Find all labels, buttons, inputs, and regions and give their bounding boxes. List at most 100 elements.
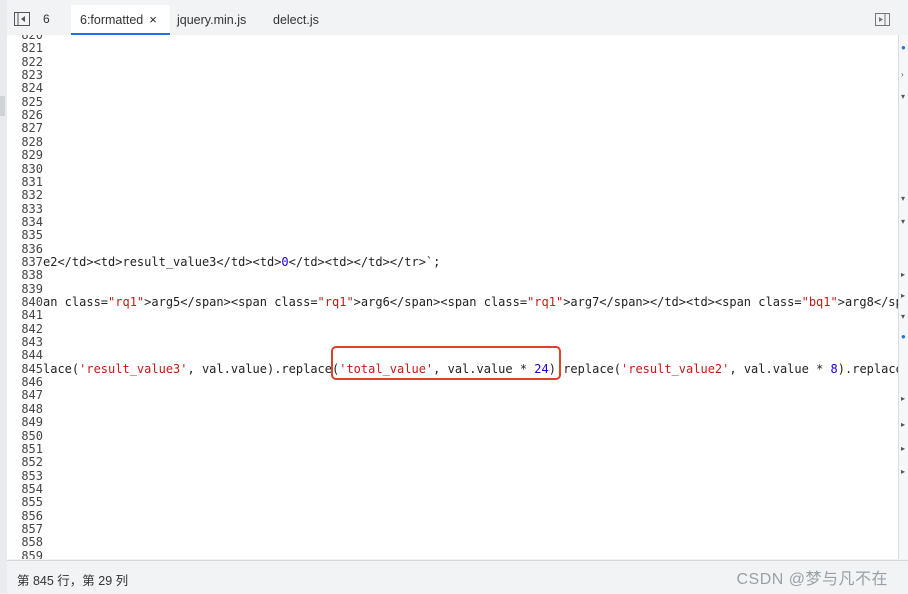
line-number[interactable]: 852 <box>7 455 43 469</box>
line-number[interactable]: 842 <box>7 322 43 336</box>
code-line[interactable]: 835 <box>7 228 898 242</box>
code-line[interactable]: 837 e2</td><td>result_value3</td><td>0</t… <box>7 255 898 269</box>
line-number[interactable]: 840 <box>7 295 43 309</box>
line-number[interactable]: 828 <box>7 135 43 149</box>
line-number[interactable]: 838 <box>7 268 43 282</box>
status-bar: 第 845 行，第 29 列 CSDN @梦与凡不在 <box>7 560 908 594</box>
line-number[interactable]: 859 <box>7 549 43 559</box>
line-number[interactable]: 839 <box>7 282 43 296</box>
line-number[interactable]: 850 <box>7 429 43 443</box>
code-line[interactable]: 827 <box>7 122 898 136</box>
chevron-down-icon[interactable]: ▾ <box>901 313 908 321</box>
line-number[interactable]: 831 <box>7 175 43 189</box>
code-line[interactable]: 832 <box>7 188 898 202</box>
code-line[interactable]: 851 <box>7 442 898 456</box>
line-number[interactable]: 832 <box>7 188 43 202</box>
line-number[interactable]: 855 <box>7 495 43 509</box>
line-number[interactable]: 830 <box>7 162 43 176</box>
code-line[interactable]: 856 <box>7 509 898 523</box>
code-line[interactable]: 822 <box>7 55 898 69</box>
chevron-down-icon[interactable]: ▾ <box>901 93 908 101</box>
chevron-down-icon[interactable]: ▾ <box>901 195 908 203</box>
code-line[interactable]: 831 <box>7 175 898 189</box>
code-editor[interactable]: 8608598588578568558548538528518508498488… <box>7 35 898 559</box>
code-line[interactable]: 850 <box>7 429 898 443</box>
code-line[interactable]: 823 <box>7 68 898 82</box>
line-number[interactable]: 826 <box>7 108 43 122</box>
line-number[interactable]: 834 <box>7 215 43 229</box>
chevron-right-icon[interactable]: ▸ <box>901 271 908 279</box>
code-line[interactable]: 840 an class="rq1">arg5</span><span class… <box>7 295 898 309</box>
line-number[interactable]: 843 <box>7 335 43 349</box>
code-line[interactable]: 849 <box>7 415 898 429</box>
line-number[interactable]: 827 <box>7 122 43 136</box>
line-number[interactable]: 849 <box>7 415 43 429</box>
code-line[interactable]: 848 <box>7 402 898 416</box>
watermark: CSDN @梦与凡不在 <box>736 571 888 588</box>
chevron-right-icon[interactable]: ▸ <box>901 395 908 403</box>
line-number[interactable]: 836 <box>7 242 43 256</box>
breakpoint-marker-icon: ● <box>901 43 906 52</box>
toggle-right-panel-icon[interactable] <box>875 13 890 26</box>
code-line[interactable]: 859 <box>7 549 898 559</box>
code-line[interactable]: 853 <box>7 469 898 483</box>
code-line[interactable]: 830 <box>7 162 898 176</box>
code-line[interactable]: 836 <box>7 242 898 256</box>
code-line[interactable]: 820 <box>7 35 898 42</box>
code-line[interactable]: 842 <box>7 322 898 336</box>
editor-tabbar: 6 6:formatted × jquery.min.js delect.js <box>7 5 900 36</box>
code-line[interactable]: 825 <box>7 95 898 109</box>
line-number[interactable]: 857 <box>7 522 43 536</box>
tab-delect-js[interactable]: delect.js <box>267 5 325 35</box>
close-icon[interactable]: × <box>149 12 157 27</box>
code-text: an class="rq1">arg5</span><span class="r… <box>43 295 898 309</box>
code-line[interactable]: 826 <box>7 108 898 122</box>
line-number[interactable]: 824 <box>7 82 43 96</box>
code-line[interactable]: 834 <box>7 215 898 229</box>
line-number[interactable]: 847 <box>7 389 43 403</box>
code-line[interactable]: 828 <box>7 135 898 149</box>
code-line[interactable]: 857 <box>7 522 898 536</box>
line-number[interactable]: 845 <box>7 362 43 376</box>
code-line[interactable]: 821 <box>7 41 898 55</box>
code-line[interactable]: 824 <box>7 82 898 96</box>
line-number[interactable]: 837 <box>7 255 43 269</box>
tab-jquery-min-js[interactable]: jquery.min.js <box>171 5 252 35</box>
line-number[interactable]: 846 <box>7 375 43 389</box>
code-line[interactable]: 852 <box>7 455 898 469</box>
code-line[interactable]: 854 <box>7 482 898 496</box>
code-line[interactable]: 847 <box>7 389 898 403</box>
chevron-right-icon[interactable]: ▸ <box>901 468 908 476</box>
line-number[interactable]: 821 <box>7 41 43 55</box>
line-number[interactable]: 825 <box>7 95 43 109</box>
line-number[interactable]: 820 <box>7 35 43 42</box>
line-number[interactable]: 823 <box>7 68 43 82</box>
line-number[interactable]: 848 <box>7 402 43 416</box>
chevron-right-icon[interactable]: › <box>901 71 908 79</box>
chevron-right-icon[interactable]: ▸ <box>901 292 908 300</box>
line-number[interactable]: 829 <box>7 148 43 162</box>
code-line[interactable]: 855 <box>7 495 898 509</box>
chevron-right-icon[interactable]: ▸ <box>901 445 908 453</box>
tab-6-formatted[interactable]: 6:formatted × <box>71 5 170 35</box>
line-number[interactable]: 854 <box>7 482 43 496</box>
line-number[interactable]: 844 <box>7 349 43 363</box>
sidebar-toggle-icon[interactable] <box>14 12 30 26</box>
line-number[interactable]: 858 <box>7 535 43 549</box>
code-line[interactable]: 829 <box>7 148 898 162</box>
code-line[interactable]: 833 <box>7 202 898 216</box>
line-number[interactable]: 851 <box>7 442 43 456</box>
code-line[interactable]: 838 <box>7 268 898 282</box>
code-line[interactable]: 841 <box>7 308 898 322</box>
line-number[interactable]: 856 <box>7 509 43 523</box>
line-number[interactable]: 822 <box>7 55 43 69</box>
line-number[interactable]: 833 <box>7 202 43 216</box>
chevron-right-icon[interactable]: ▸ <box>901 421 908 429</box>
code-line[interactable]: 858 <box>7 535 898 549</box>
line-number[interactable]: 835 <box>7 228 43 242</box>
left-edge-strip <box>0 0 7 593</box>
line-number[interactable]: 853 <box>7 469 43 483</box>
line-number[interactable]: 841 <box>7 308 43 322</box>
code-line[interactable]: 839 <box>7 282 898 296</box>
chevron-down-icon[interactable]: ▾ <box>901 218 908 226</box>
